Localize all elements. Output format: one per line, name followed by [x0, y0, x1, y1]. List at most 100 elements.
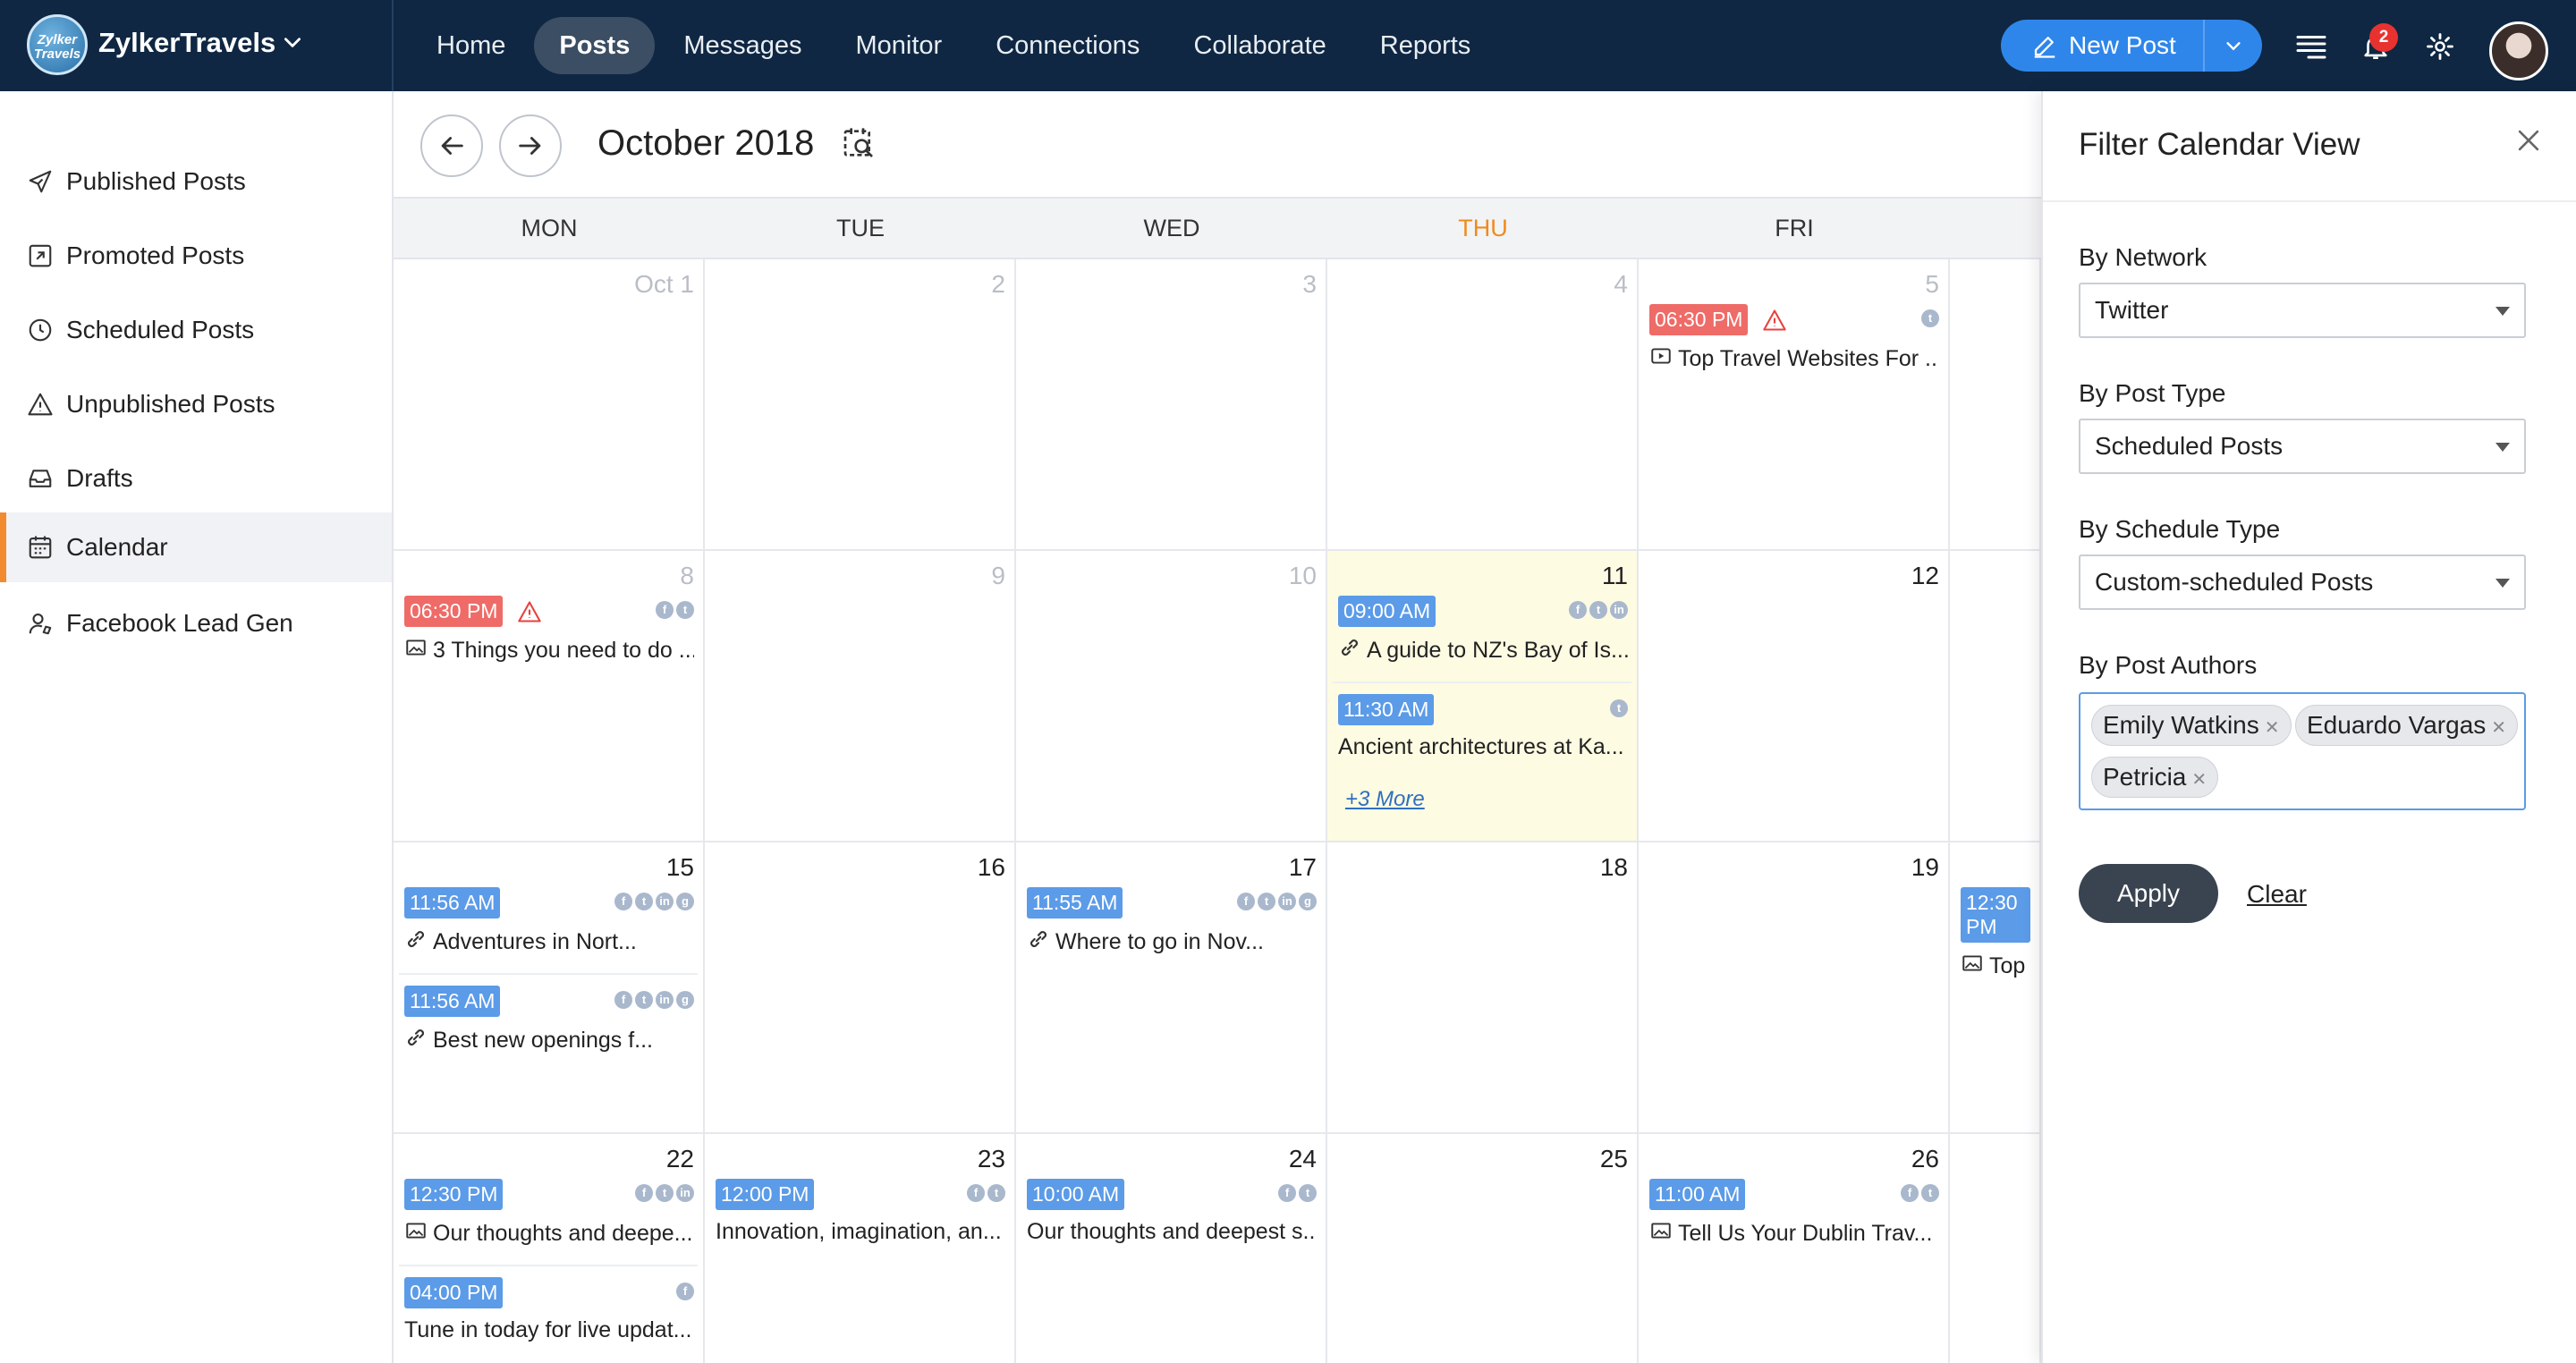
- sidebar-item-label: Scheduled Posts: [66, 316, 255, 343]
- caret-down-icon: [2496, 443, 2510, 452]
- day-number: 9: [991, 562, 1005, 589]
- calendar-day-cell[interactable]: [1950, 1134, 2041, 1363]
- sidebar-item-scheduled-posts[interactable]: Scheduled Posts: [0, 295, 392, 365]
- calendar-day-cell[interactable]: [1950, 259, 2041, 551]
- sidebar-item-promoted-posts[interactable]: Promoted Posts: [0, 221, 392, 291]
- calendar-day-cell[interactable]: 3: [1016, 259, 1327, 551]
- calendar-day-cell[interactable]: 19: [1639, 842, 1950, 1134]
- calendar-day-cell[interactable]: 25: [1327, 1134, 1639, 1363]
- google-icon: g: [1299, 893, 1317, 910]
- post-networks: f t in: [632, 1184, 694, 1202]
- nav-connections[interactable]: Connections: [970, 17, 1165, 74]
- sidebar-item-calendar[interactable]: Calendar: [0, 512, 392, 582]
- calendar-day-cell[interactable]: 16: [705, 842, 1016, 1134]
- day-number: 12: [1911, 562, 1939, 589]
- remove-tag-icon[interactable]: ✕: [2265, 718, 2280, 738]
- post-title-text: Top T: [1989, 953, 2030, 978]
- post-card[interactable]: 11:56 AM f t in g Adventures in Nort...: [404, 887, 694, 957]
- post-card[interactable]: 10:00 AM f t Our thoughts and deepest s...: [1027, 1179, 1317, 1245]
- warning-icon: [1762, 308, 1787, 337]
- post-card[interactable]: 04:00 PM f Tune in today for live updat...: [404, 1277, 694, 1343]
- user-avatar[interactable]: [2489, 21, 2548, 80]
- post-time-chip: 12:00 PM: [716, 1179, 815, 1210]
- post-divider: [399, 973, 698, 975]
- calendar-day-cell[interactable]: 24 10:00 AM f t Our thoughts and deepest s..…: [1016, 1134, 1327, 1363]
- post-time-chip: 11:00 AM: [1649, 1179, 1746, 1210]
- new-post-dropdown[interactable]: [2205, 36, 2262, 55]
- linkedin-icon: in: [656, 991, 674, 1009]
- next-month-button[interactable]: [499, 114, 562, 177]
- calendar-day-cell[interactable]: 12: [1639, 551, 1950, 842]
- calendar-day-cell[interactable]: Oct 1: [394, 259, 705, 551]
- post-card[interactable]: 09:00 AM f t in A guide to NZ's Bay of Is...: [1338, 596, 1628, 665]
- calendar-day-cell[interactable]: 26 11:00 AM f t Tell Us Your Dublin Trav...: [1639, 1134, 1950, 1363]
- more-posts-link[interactable]: +3 More: [1345, 787, 1425, 812]
- calendar-day-cell[interactable]: [1950, 551, 2041, 842]
- day-number: 8: [680, 562, 694, 589]
- post-card[interactable]: 11:30 AM t Ancient architectures at Ka...: [1338, 694, 1628, 760]
- sidebar-item-unpublished-posts[interactable]: Unpublished Posts: [0, 369, 392, 439]
- nav-reports[interactable]: Reports: [1355, 17, 1496, 74]
- network-select[interactable]: Twitter: [2079, 283, 2526, 338]
- chevron-down-icon: [284, 38, 301, 47]
- calendar-day-cell[interactable]: 11 09:00 AM f t in A guide to NZ's Bay of Is.…: [1327, 551, 1639, 842]
- calendar-day-cell[interactable]: 5 06:30 PM t Top Travel Websites For ...: [1639, 259, 1950, 551]
- calendar-day-cell[interactable]: 15 11:56 AM f t in g Adventures in Nort... 11:5…: [394, 842, 705, 1134]
- day-number: 25: [1599, 1145, 1628, 1173]
- facebook-icon: f: [614, 991, 632, 1009]
- post-title-text: 3 Things you need to do ...: [433, 638, 694, 663]
- calendar-day-cell[interactable]: 23 12:00 PM f t Innovation, imagination, an.…: [705, 1134, 1016, 1363]
- twitter-icon: t: [1299, 1184, 1317, 1202]
- calendar-search-icon[interactable]: [841, 125, 877, 165]
- calendar-day-cell[interactable]: 9: [705, 551, 1016, 842]
- post-card[interactable]: 06:30 PM f t 3 Things you need to do ...: [404, 596, 694, 665]
- post-card[interactable]: 11:56 AM f t in g Best new openings f...: [404, 986, 694, 1055]
- nav-monitor[interactable]: Monitor: [831, 17, 968, 74]
- gear-icon[interactable]: [2420, 27, 2460, 66]
- nav-collaborate[interactable]: Collaborate: [1168, 17, 1351, 74]
- nav-messages[interactable]: Messages: [658, 17, 826, 74]
- calendar-day-cell[interactable]: 2: [705, 259, 1016, 551]
- post-card[interactable]: 06:30 PM t Top Travel Websites For ...: [1649, 304, 1939, 374]
- calendar-day-cell[interactable]: 4: [1327, 259, 1639, 551]
- post-type-select[interactable]: Scheduled Posts: [2079, 419, 2526, 474]
- weekday-tue: TUE: [836, 215, 885, 241]
- linkedin-icon: in: [1610, 601, 1628, 619]
- remove-tag-icon[interactable]: ✕: [2491, 718, 2506, 738]
- post-networks: ft: [1275, 1184, 1317, 1202]
- post-card[interactable]: 12:30 PM Top T: [1961, 887, 2030, 981]
- post-authors-input[interactable]: Emily Watkins ✕ Eduardo Vargas ✕ Petricia ✕: [2079, 692, 2526, 810]
- post-card[interactable]: 11:00 AM f t Tell Us Your Dublin Trav...: [1649, 1179, 1939, 1249]
- sidebar-item-published-posts[interactable]: Published Posts: [0, 147, 392, 216]
- post-title-text: Top Travel Websites For ...: [1678, 346, 1939, 371]
- apply-button[interactable]: Apply: [2079, 864, 2218, 923]
- post-card[interactable]: 11:55 AM f t in g Where to go in Nov...: [1027, 887, 1317, 957]
- close-icon[interactable]: [2513, 125, 2544, 160]
- day-number: 24: [1288, 1145, 1317, 1173]
- calendar-day-cell[interactable]: 18: [1327, 842, 1639, 1134]
- brand-switcher[interactable]: Zylker Travels ZylkerTravels: [0, 0, 394, 91]
- clear-link[interactable]: Clear: [2247, 880, 2307, 909]
- calendar-day-cell[interactable]: 22 12:30 PM f t in Our thoughts and deepe... 0…: [394, 1134, 705, 1363]
- list-menu-icon[interactable]: [2292, 27, 2331, 66]
- schedule-type-select[interactable]: Custom-scheduled Posts: [2079, 555, 2526, 610]
- calendar-day-cell[interactable]: 12:30 PM Top T: [1950, 842, 2041, 1134]
- nav-home[interactable]: Home: [411, 17, 530, 74]
- sidebar-item-drafts[interactable]: Drafts: [0, 444, 392, 513]
- calendar-day-cell[interactable]: 8 06:30 PM f t 3 Things you need to do ...: [394, 551, 705, 842]
- calendar-day-cell[interactable]: 17 11:55 AM f t in g Where to go in Nov...: [1016, 842, 1327, 1134]
- send-icon: [29, 170, 52, 193]
- nav-posts[interactable]: Posts: [534, 17, 656, 74]
- new-post-button[interactable]: New Post: [2001, 20, 2205, 72]
- post-card[interactable]: 12:00 PM f t Innovation, imagination, an...: [716, 1179, 1005, 1245]
- remove-tag-icon[interactable]: ✕: [2191, 770, 2207, 790]
- prev-month-button[interactable]: [420, 114, 483, 177]
- post-title-text: Tell Us Your Dublin Trav...: [1678, 1221, 1933, 1246]
- image-icon: [1649, 1219, 1678, 1249]
- sidebar-item-facebook-lead-gen[interactable]: Facebook Lead Gen: [0, 588, 392, 658]
- calendar-grid: Oct 1 2 3 4 5 06:30 PM t Top Travel Websites Fo…: [394, 259, 2041, 1363]
- post-card[interactable]: 12:30 PM f t in Our thoughts and deepe...: [404, 1179, 694, 1249]
- post-title: Our thoughts and deepe...: [404, 1219, 694, 1249]
- calendar-day-cell[interactable]: 10: [1016, 551, 1327, 842]
- notification-badge: 2: [2369, 23, 2398, 52]
